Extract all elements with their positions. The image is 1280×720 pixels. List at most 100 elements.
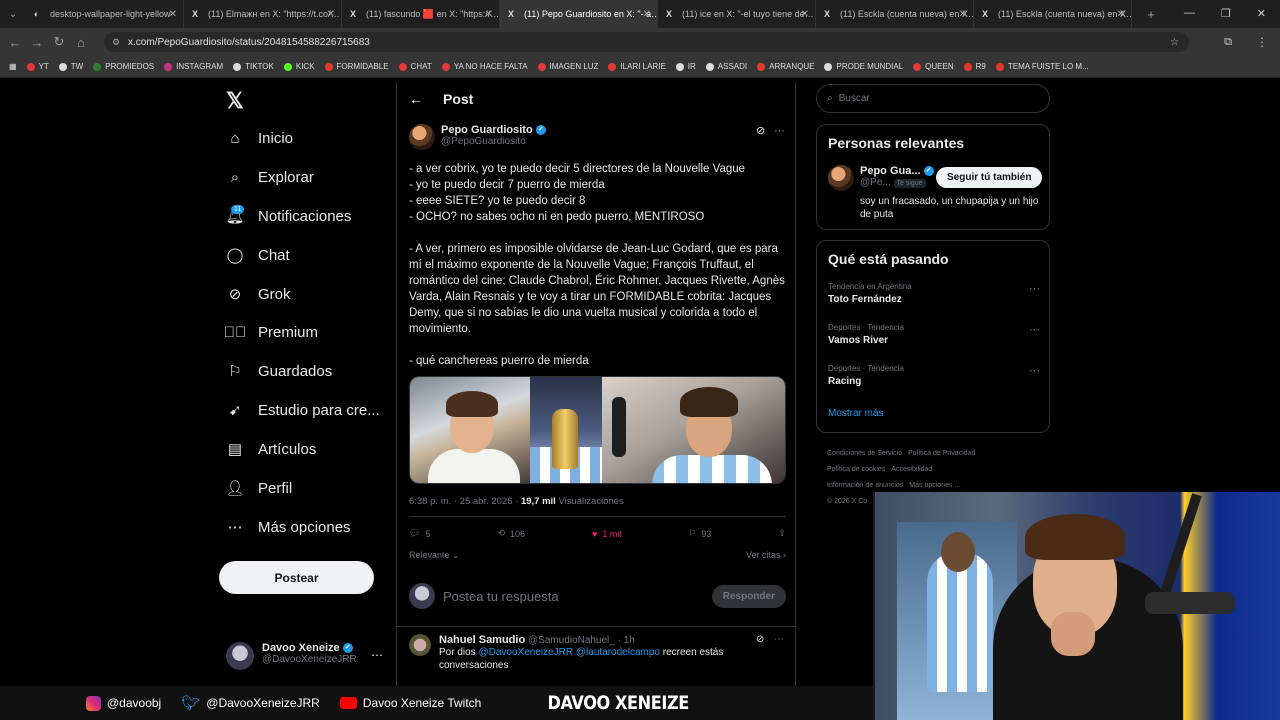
nav-item-guardados[interactable]: ⚐ Guardados	[226, 362, 332, 381]
bookmark-item[interactable]: ILARI LARIE	[603, 62, 670, 71]
site-info-icon[interactable]: ⚙	[112, 37, 120, 48]
like-button[interactable]: ♥ 1 mil	[592, 528, 621, 539]
browser-tab[interactable]: ◐ desktop-wallpaper-light-yellow ✕	[26, 0, 184, 28]
more-icon[interactable]: ⋯	[371, 648, 383, 662]
more-icon[interactable]: ⋯	[774, 634, 784, 645]
bookmark-item[interactable]: R9	[959, 62, 991, 71]
show-more-link[interactable]: Mostrar más	[828, 408, 884, 419]
nav-item-explorar[interactable]: ⌕ Explorar	[226, 168, 314, 186]
bookmark-item[interactable]: ARRANQUE	[752, 62, 819, 71]
comment-item[interactable]: Nahuel Samudio @SamudioNahuel_ · 1h Por …	[409, 634, 786, 672]
footer-link[interactable]: Condiciones de Servicio	[827, 450, 902, 457]
bookmark-item[interactable]: IMAGEN LUZ	[533, 62, 604, 71]
sort-dropdown[interactable]: Relevante ⌄	[409, 550, 460, 561]
grok-icon[interactable]: ⊘	[756, 124, 765, 137]
bookmark-item[interactable]: YA NO HACE FALTA	[437, 62, 533, 71]
new-tab-icon[interactable]: +	[1140, 7, 1162, 22]
bookmark-item[interactable]: ASSADI	[701, 62, 752, 71]
close-tab-icon[interactable]: ✕	[169, 9, 177, 20]
premium-icon: ✓⃝	[223, 323, 247, 341]
bookmark-item[interactable]: QUEEN	[908, 62, 958, 71]
footer-link[interactable]: Más opciones ...	[909, 482, 960, 489]
tab-search-icon[interactable]: ⌄	[0, 9, 26, 20]
post-author[interactable]: Pepo Guardiosito ✓ @PepoGuardiosito	[409, 124, 546, 150]
avatar[interactable]	[828, 165, 854, 191]
footer-link[interactable]: Política de cookies	[827, 466, 885, 473]
bookmark-item[interactable]: YT	[22, 62, 54, 71]
follow-button[interactable]: Seguir tú también	[936, 167, 1043, 188]
bookmark-item[interactable]: KICK	[279, 62, 320, 71]
forward-icon[interactable]: →	[26, 35, 48, 50]
address-bar-row: ← → ↻ ⌂ ⚙ x.com/PepoGuardiosito/status/2…	[0, 28, 1280, 56]
close-window-icon[interactable]: ✕	[1257, 7, 1266, 20]
browser-tab[interactable]: X (11) ice en X: "-el tuyo tiene de… ✕	[658, 0, 816, 28]
bookmark-item[interactable]: FORMIDABLE	[320, 62, 394, 71]
bookmark-item[interactable]: INSTAGRAM	[159, 62, 228, 71]
browser-tab[interactable]: X (11) Esckla (cuenta nueva) en X… ✕	[816, 0, 974, 28]
browser-menu-icon[interactable]: ⋮	[1256, 35, 1268, 49]
search-icon: ⌕	[827, 93, 833, 104]
reload-icon[interactable]: ↻	[48, 34, 70, 50]
browser-tab[interactable]: X (11) Esckla (cuenta nueva) en X… ✕	[974, 0, 1132, 28]
reply-button[interactable]: 💬︎ 5	[409, 528, 430, 539]
close-tab-icon[interactable]: ✕	[485, 9, 493, 20]
post-media-image[interactable]	[409, 376, 786, 484]
quotes-link[interactable]: Ver citas ›	[746, 550, 786, 561]
trend-item[interactable]: Deportes · Tendencia Racing ⋯	[828, 364, 1040, 387]
search-input[interactable]: ⌕ Buscar	[816, 84, 1050, 113]
bookmark-item[interactable]: PRODE MUNDIAL	[819, 62, 908, 71]
share-button[interactable]: ⇪	[778, 528, 786, 539]
grok-icon[interactable]: ⊘	[756, 634, 764, 645]
account-switcher[interactable]: Davoo Xeneize ✓ @DavooXeneizeJRR ⋯	[226, 642, 383, 670]
nav-item-grok[interactable]: ⊘ Grok	[226, 285, 291, 304]
trend-item[interactable]: Tendencia en Argentina Toto Fernández ⋯	[828, 282, 1040, 305]
back-icon[interactable]: ←	[4, 35, 26, 50]
mention-link[interactable]: @lautarodelcampo	[576, 647, 660, 658]
bookmark-item[interactable]: PROMIEDOS	[88, 62, 159, 71]
more-icon[interactable]: ⋯	[774, 124, 785, 137]
nav-item-perfil[interactable]: 👤︎ Perfil	[225, 479, 292, 498]
x-logo-icon[interactable]: 𝕏	[226, 88, 244, 114]
back-arrow-icon[interactable]: ←	[409, 91, 423, 107]
bookmark-star-icon[interactable]: ☆	[1170, 37, 1179, 48]
nav-item-articulos[interactable]: ▤ Artículos	[226, 440, 316, 459]
reply-input[interactable]: Postea tu respuesta	[443, 589, 704, 604]
close-tab-icon[interactable]: ✕	[327, 9, 335, 20]
close-tab-icon[interactable]: ✕	[1117, 9, 1125, 20]
nav-item-mas-opciones[interactable]: ⋯ Más opciones	[226, 518, 351, 537]
nav-item-notificaciones[interactable]: 🔔︎ Notificaciones	[225, 207, 351, 226]
nav-item-estudio[interactable]: ➹ Estudio para cre...	[226, 401, 380, 420]
post-button[interactable]: Postear	[219, 561, 374, 594]
footer-link[interactable]: Accesibilidad	[891, 466, 932, 473]
footer-link[interactable]: Información de anuncios	[827, 482, 903, 489]
bookmark-item[interactable]: CHAT	[394, 62, 437, 71]
nav-item-chat[interactable]: ◯ Chat	[226, 246, 290, 265]
close-tab-icon[interactable]: ✕	[959, 9, 967, 20]
mention-link[interactable]: @DavooXeneizeJRR	[478, 647, 573, 658]
minimize-icon[interactable]: —	[1184, 7, 1195, 20]
card-title: Qué está pasando	[828, 251, 949, 267]
repost-button[interactable]: ⟲ 106	[497, 528, 525, 539]
apps-icon[interactable]: ▦	[4, 62, 22, 71]
browser-tab[interactable]: X (11) fascundo 🟥 en X: "https://… ✕	[342, 0, 500, 28]
home-browser-icon[interactable]: ⌂	[70, 35, 92, 50]
bookmark-button[interactable]: ⚐ 93	[688, 528, 711, 539]
nav-item-inicio[interactable]: ⌂ Inicio	[226, 129, 293, 147]
url-input[interactable]: ⚙ x.com/PepoGuardiosito/status/204815458…	[104, 32, 1189, 52]
extensions-icon[interactable]: ⧉	[1224, 36, 1232, 49]
restore-icon[interactable]: ❐	[1221, 7, 1231, 20]
bookmark-item[interactable]: TIKTOK	[228, 62, 279, 71]
close-tab-icon[interactable]: ✕	[643, 9, 651, 20]
close-tab-icon[interactable]: ✕	[801, 9, 809, 20]
trend-item[interactable]: Deportes · Tendencia Vamos River ⋯	[828, 323, 1040, 346]
footer-link[interactable]: Política de Privacidad	[908, 450, 975, 457]
nav-item-premium[interactable]: ✓⃝ Premium	[223, 323, 318, 341]
article-icon: ▤	[227, 441, 243, 458]
reply-submit-button[interactable]: Responder	[711, 584, 786, 608]
browser-tab[interactable]: X (11) Elmaжн en X: "https://t.co/… ✕	[184, 0, 342, 28]
bookmark-item[interactable]: TW	[54, 62, 88, 71]
bookmark-item[interactable]: IR	[671, 62, 701, 71]
avatar	[409, 634, 431, 656]
bookmark-item[interactable]: TEMA FUISTE LO M...	[991, 62, 1094, 71]
browser-tab-active[interactable]: X (11) Pepo Guardiosito en X: "- a… ✕	[500, 0, 658, 28]
